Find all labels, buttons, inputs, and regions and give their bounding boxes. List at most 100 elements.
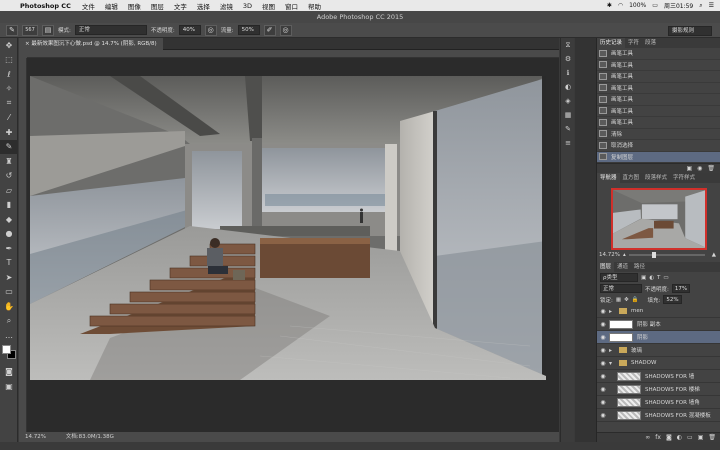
shape-tool-icon[interactable]: ▭ [0,285,18,300]
document-tab[interactable]: × 最新效果图沉下心做.psd @ 14.7% (阴影, RGB/8) [19,38,163,50]
lock-position-icon[interactable]: ✥ [624,297,629,303]
brush-preset-picker[interactable]: 567 [22,24,38,36]
tab-channels[interactable]: 通道 [614,262,631,272]
visibility-eye-icon[interactable]: ◉ [597,386,609,393]
zoom-level[interactable]: 14.72% [25,434,46,440]
new-group-icon[interactable]: ▭ [687,434,693,441]
color-swatches[interactable] [0,343,18,365]
move-tool-icon[interactable]: ✥ [0,38,18,53]
chevron-right-icon[interactable]: ▸ [609,308,619,315]
quick-select-tool-icon[interactable]: ✧ [0,82,18,97]
clone-stamp-tool-icon[interactable]: ♜ [0,154,18,169]
mask-icon[interactable]: ◙ [666,434,672,441]
layer-row-selected[interactable]: ◉ 阴影 [597,331,720,344]
quick-mask-icon[interactable]: ◙ [0,365,18,380]
history-brush-tool-icon[interactable]: ↺ [0,169,18,184]
marquee-tool-icon[interactable]: ⬚ [0,53,18,68]
history-item-selected[interactable]: 复制图层 [597,151,720,163]
clock[interactable]: 周三01:59 [664,1,693,10]
battery-percent[interactable]: 100% [629,2,646,9]
zoom-in-icon[interactable]: ▲ [712,252,716,258]
history-item[interactable]: 画笔工具 [597,48,720,60]
swatches-panel-icon[interactable]: ▦ [561,108,575,122]
menu-layer[interactable]: 图层 [151,1,164,11]
lock-all-icon[interactable]: 🔒 [632,297,639,303]
visibility-eye-icon[interactable]: ◉ [597,321,609,328]
more-tools-icon[interactable]: … [0,328,18,343]
layer-row[interactable]: ◉ SHADOWS FOR 楼梯 [597,383,720,396]
tab-layers[interactable]: 图层 [597,262,615,272]
search-icon[interactable]: ⌕ [699,2,702,10]
trash-icon[interactable]: 🗑 [708,434,716,441]
styles-panel-icon[interactable]: ◈ [561,94,575,108]
wifi-icon[interactable]: ◠ [618,2,623,9]
eraser-tool-icon[interactable]: ▱ [0,183,18,198]
opacity-input[interactable]: 40% [178,25,201,35]
crop-tool-icon[interactable]: ⌗ [0,96,18,111]
gradient-tool-icon[interactable]: ▮ [0,198,18,213]
layer-filter-select[interactable]: ρ类型 [600,273,638,282]
brush-tool-icon[interactable]: ✎ [6,24,18,36]
visibility-eye-icon[interactable]: ◉ [597,334,609,341]
pressure-size-icon[interactable]: ◎ [279,24,292,36]
fx-icon[interactable]: fx [655,434,661,441]
filter-type-icon[interactable]: T [657,275,660,281]
tab-character[interactable]: 字符 [625,38,642,48]
filter-shape-icon[interactable]: ▭ [663,275,668,281]
menu-filter[interactable]: 滤镜 [220,1,233,11]
visibility-eye-icon[interactable]: ◉ [597,347,609,354]
tab-histogram[interactable]: 直方图 [620,173,643,183]
layer-opacity-input[interactable]: 17% [671,284,691,293]
close-icon[interactable]: × [25,41,30,47]
layer-group-row[interactable]: ◉ ▾ SHADOW [597,357,720,370]
layer-group-row[interactable]: ◉ ▸ men [597,305,720,318]
zoom-out-icon[interactable]: ▴ [623,252,626,258]
blend-mode-select[interactable]: 正常 [600,284,642,293]
menu-image[interactable]: 图像 [128,1,141,11]
filter-adjust-icon[interactable]: ◐ [649,275,654,281]
navigator-zoom[interactable]: 14.72% [599,252,620,258]
menu-type[interactable]: 文字 [174,1,187,11]
adjustments-panel-icon[interactable]: ◐ [561,80,575,94]
visibility-eye-icon[interactable]: ◉ [597,373,609,380]
tab-navigator[interactable]: 导航器 [597,173,620,183]
link-icon[interactable]: ∞ [645,434,650,441]
info-panel-icon[interactable]: ℹ [561,66,575,80]
pen-tool-icon[interactable]: ✒ [0,241,18,256]
history-item[interactable]: 画笔工具 [597,94,720,106]
menu-help[interactable]: 帮助 [308,1,321,11]
screen-mode-icon[interactable]: ▣ [0,379,18,394]
menu-window[interactable]: 窗口 [285,1,298,11]
layer-row[interactable]: ◉ 阴影 副本 [597,318,720,331]
menu-3d[interactable]: 3D [243,2,252,10]
layer-group-row[interactable]: ◉ ▸ 玻璃 [597,344,720,357]
menu-select[interactable]: 选择 [197,1,210,11]
fill-input[interactable]: 52% [663,295,682,304]
blur-tool-icon[interactable]: ◆ [0,212,18,227]
eyedropper-tool-icon[interactable]: ⁄ [0,111,18,126]
menu-view[interactable]: 视图 [262,1,275,11]
layer-row[interactable]: ◉ SHADOWS FOR 墙角 [597,396,720,409]
visibility-eye-icon[interactable]: ◉ [597,399,609,406]
history-panel-icon[interactable]: ⧖ [561,38,575,52]
tab-paragraph-styles[interactable]: 段落样式 [642,173,670,183]
camera-icon[interactable]: ◉ [697,165,702,172]
bluetooth-icon[interactable]: ✱ [607,2,612,9]
visibility-eye-icon[interactable]: ◉ [597,412,609,419]
battery-icon[interactable]: ▭ [652,2,658,9]
menu-edit[interactable]: 编辑 [105,1,118,11]
dodge-tool-icon[interactable]: ● [0,227,18,242]
document-size[interactable]: 文档:83.0M/1.38G [66,434,114,440]
vertical-ruler[interactable] [19,58,27,432]
new-snapshot-icon[interactable]: ▣ [686,165,692,172]
workspace-select[interactable]: 摄影规则 [668,26,712,36]
mode-select[interactable]: 正常 [74,25,147,35]
layer-row[interactable]: ◉ SHADOWS FOR 墙 [597,370,720,383]
lasso-tool-icon[interactable]: ℓ [0,67,18,82]
navigator-thumbnail[interactable] [610,188,707,250]
type-tool-icon[interactable]: T [0,256,18,271]
history-item[interactable]: 画笔工具 [597,71,720,83]
tab-history[interactable]: 历史记录 [597,38,626,48]
brush-tool-icon[interactable]: ✎ [0,139,18,154]
history-item[interactable]: 画笔工具 [597,106,720,117]
